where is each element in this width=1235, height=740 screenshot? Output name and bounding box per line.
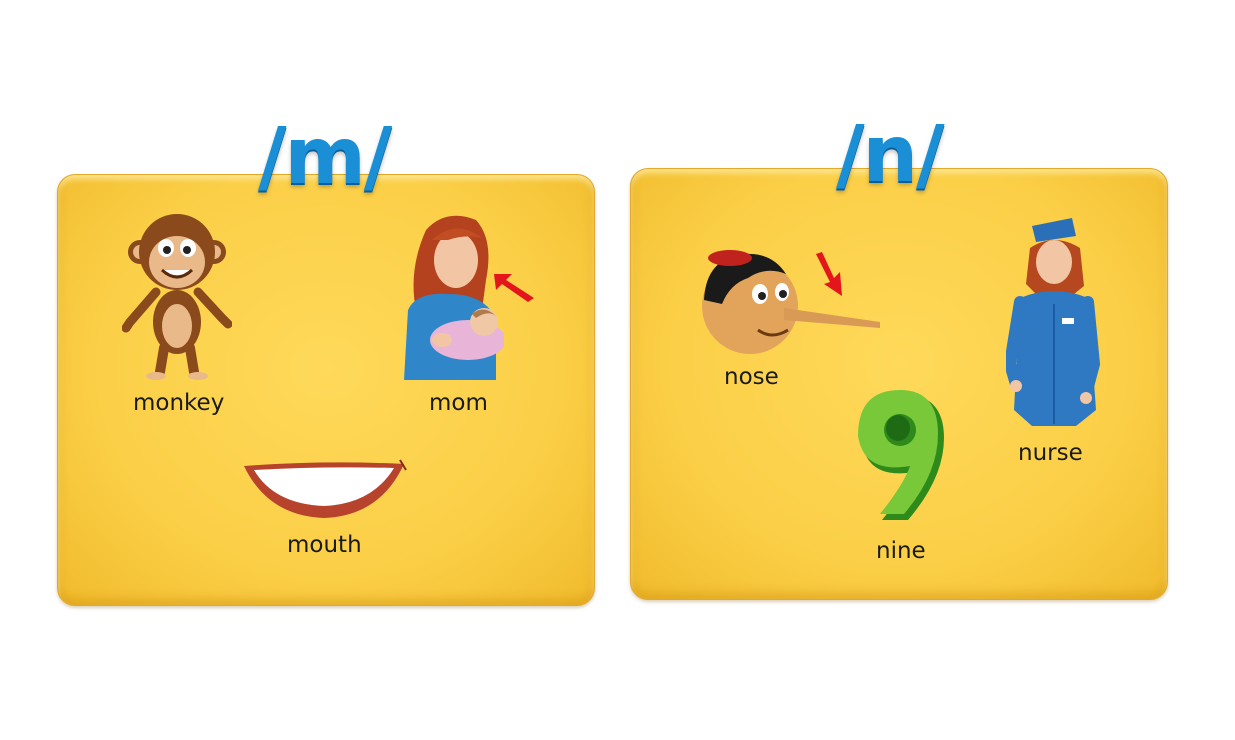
phoneme-label-n: /n/: [836, 110, 945, 200]
word-nine: nine: [876, 538, 926, 564]
mouth-icon: [244, 459, 407, 518]
arrow-icon: [816, 252, 842, 296]
word-mouth: mouth: [287, 532, 362, 558]
arrow-icon: [494, 274, 534, 302]
word-mom: mom: [429, 390, 488, 416]
word-nurse: nurse: [1018, 440, 1083, 466]
word-nose: nose: [724, 364, 779, 390]
word-monkey: monkey: [133, 390, 225, 416]
monkey-icon: [122, 214, 232, 380]
phoneme-label-m: /m/: [258, 112, 392, 202]
number-nine-icon: [858, 390, 944, 520]
nose-boy-icon: [702, 250, 880, 354]
nurse-icon: [1006, 218, 1101, 426]
mother-with-baby-icon: [404, 215, 504, 380]
